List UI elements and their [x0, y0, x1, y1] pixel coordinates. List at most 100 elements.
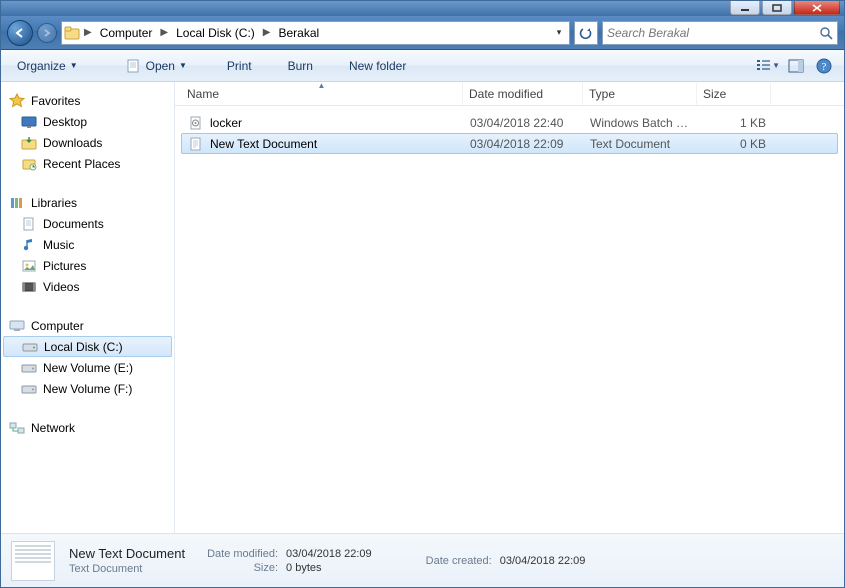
pictures-icon [21, 258, 37, 274]
music-icon [21, 237, 37, 253]
address-bar[interactable]: ▶ Computer ▶ Local Disk (C:) ▶ Berakal ▾ [61, 21, 570, 45]
help-button[interactable]: ? [812, 55, 836, 77]
minimize-icon [740, 4, 750, 12]
chevron-right-icon[interactable]: ▶ [158, 27, 170, 38]
file-name: locker [210, 116, 242, 130]
file-pane: Name▲ Date modified Type Size locker 03/0… [175, 82, 844, 533]
sidebar-item-pictures[interactable]: Pictures [1, 255, 174, 276]
titlebar [1, 1, 844, 16]
details-size-value: 0 bytes [286, 562, 372, 574]
file-date: 03/04/2018 22:09 [464, 137, 584, 151]
column-size[interactable]: Size [697, 83, 771, 105]
breadcrumb-computer[interactable]: Computer [96, 23, 157, 43]
refresh-button[interactable] [574, 21, 598, 45]
computer-icon [9, 318, 25, 334]
file-row[interactable]: locker 03/04/2018 22:40Windows Batch File… [181, 112, 838, 133]
file-icon [188, 116, 204, 130]
new-folder-button[interactable]: New folder [341, 55, 414, 77]
file-name: New Text Document [210, 137, 317, 151]
search-placeholder: Search Berakal [607, 26, 819, 40]
sidebar-item-downloads[interactable]: Downloads [1, 132, 174, 153]
details-filename: New Text Document [69, 546, 185, 561]
documents-icon [21, 216, 37, 232]
close-icon [812, 4, 822, 12]
forward-arrow-icon [42, 28, 52, 38]
details-filetype: Text Document [69, 563, 185, 575]
sidebar-item-new-volume-e[interactable]: New Volume (E:) [1, 357, 174, 378]
desktop-icon [21, 114, 37, 130]
organize-button[interactable]: Organize▼ [9, 55, 86, 77]
sidebar-item-new-volume-f[interactable]: New Volume (F:) [1, 378, 174, 399]
videos-icon [21, 279, 37, 295]
column-type[interactable]: Type [583, 83, 697, 105]
chevron-right-icon[interactable]: ▶ [82, 27, 94, 38]
drive-icon [22, 339, 38, 355]
details-modified-value: 03/04/2018 22:09 [286, 548, 372, 560]
details-created-value: 03/04/2018 22:09 [500, 555, 586, 567]
explorer-window: ▶ Computer ▶ Local Disk (C:) ▶ Berakal ▾… [0, 0, 845, 588]
back-arrow-icon [14, 27, 26, 39]
preview-pane-icon [788, 59, 804, 73]
libraries-icon [9, 195, 25, 211]
sidebar-libraries[interactable]: Libraries [1, 192, 174, 213]
preview-pane-button[interactable] [784, 55, 808, 77]
help-icon: ? [816, 58, 832, 74]
sidebar-item-recent-places[interactable]: Recent Places [1, 153, 174, 174]
file-icon [188, 137, 204, 151]
close-button[interactable] [794, 1, 840, 15]
search-icon [819, 26, 833, 40]
file-row[interactable]: New Text Document 03/04/2018 22:09Text Do… [181, 133, 838, 154]
details-created-label: Date created: [426, 555, 492, 567]
chevron-down-icon: ▼ [772, 61, 780, 70]
file-size: 1 KB [698, 116, 772, 130]
drive-icon [21, 381, 37, 397]
back-button[interactable] [7, 20, 33, 46]
sidebar-item-videos[interactable]: Videos [1, 276, 174, 297]
file-list[interactable]: locker 03/04/2018 22:40Windows Batch File… [175, 106, 844, 533]
breadcrumb-berakal[interactable]: Berakal [274, 23, 323, 43]
maximize-button[interactable] [762, 1, 792, 15]
open-button[interactable]: Open▼ [118, 55, 195, 77]
burn-button[interactable]: Burn [280, 55, 321, 77]
details-modified-label: Date modified: [207, 548, 278, 560]
recent-icon [21, 156, 37, 172]
details-pane: New Text Document Text Document Date mod… [1, 533, 844, 587]
drive-icon [21, 360, 37, 376]
chevron-down-icon: ▼ [70, 61, 78, 70]
refresh-icon [579, 26, 593, 40]
file-type: Windows Batch File [584, 116, 698, 130]
maximize-icon [772, 4, 782, 12]
sidebar-item-music[interactable]: Music [1, 234, 174, 255]
sidebar-network[interactable]: Network [1, 417, 174, 438]
minimize-button[interactable] [730, 1, 760, 15]
search-input[interactable]: Search Berakal [602, 21, 838, 45]
column-name[interactable]: Name▲ [181, 83, 463, 105]
navbar: ▶ Computer ▶ Local Disk (C:) ▶ Berakal ▾… [1, 16, 844, 50]
sidebar-item-local-disk-c[interactable]: Local Disk (C:) [3, 336, 172, 357]
sidebar-favorites[interactable]: Favorites [1, 90, 174, 111]
toolbar: Organize▼ Open▼ Print Burn New folder ▼ … [1, 50, 844, 82]
chevron-right-icon[interactable]: ▶ [261, 27, 273, 38]
chevron-down-icon: ▼ [179, 61, 187, 70]
breadcrumb-local-disk-c[interactable]: Local Disk (C:) [172, 23, 259, 43]
navigation-pane: Favorites Desktop Downloads Recent Place… [1, 82, 175, 533]
sidebar-computer[interactable]: Computer [1, 315, 174, 336]
column-date-modified[interactable]: Date modified [463, 83, 583, 105]
sidebar-item-desktop[interactable]: Desktop [1, 111, 174, 132]
network-icon [9, 420, 25, 436]
svg-text:?: ? [822, 61, 827, 73]
forward-button[interactable] [37, 23, 57, 43]
print-button[interactable]: Print [219, 55, 260, 77]
view-list-icon [756, 59, 770, 73]
column-headers: Name▲ Date modified Type Size [175, 82, 844, 106]
main-area: Favorites Desktop Downloads Recent Place… [1, 82, 844, 533]
file-size: 0 KB [698, 137, 772, 151]
file-date: 03/04/2018 22:40 [464, 116, 584, 130]
file-type: Text Document [584, 137, 698, 151]
details-size-label: Size: [207, 562, 278, 574]
address-dropdown[interactable]: ▾ [551, 27, 567, 38]
sidebar-item-documents[interactable]: Documents [1, 213, 174, 234]
folder-icon [64, 25, 80, 41]
sort-ascending-icon: ▲ [318, 81, 326, 90]
view-options-button[interactable]: ▼ [756, 55, 780, 77]
